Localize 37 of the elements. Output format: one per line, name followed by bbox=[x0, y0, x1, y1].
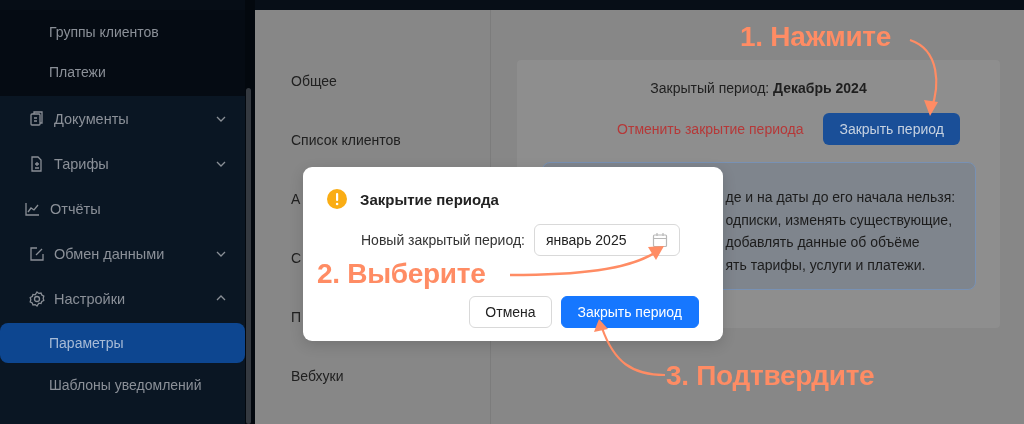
sidebar-item-label: Настройки bbox=[54, 290, 127, 307]
settings-tab[interactable]: Общее bbox=[255, 51, 490, 110]
callout-text: 2. Выберите bbox=[317, 258, 486, 290]
sidebar-item[interactable]: Группы клиентов bbox=[0, 12, 245, 52]
dialog-title: Закрытие периода bbox=[360, 190, 499, 208]
sidebar-item[interactable]: Отчёты bbox=[0, 186, 245, 231]
sidebar-item[interactable]: Тарифы bbox=[0, 141, 245, 186]
scrollbar-thumb[interactable] bbox=[246, 88, 251, 424]
sidebar-item[interactable]: Платежи bbox=[0, 52, 245, 92]
sidebar-item-label: Тарифы bbox=[54, 155, 110, 172]
sidebar-item[interactable]: Параметры bbox=[0, 323, 245, 363]
sidebar-item-label: Обмен данными bbox=[54, 245, 166, 262]
callout-arrow bbox=[594, 319, 666, 377]
notice-text: ять тарифы, услуги и платежи. bbox=[725, 255, 926, 275]
cancel-button[interactable]: Отмена bbox=[469, 296, 552, 328]
sidebar-item[interactable]: Обмен данными bbox=[0, 231, 245, 276]
sidebar-item[interactable]: Документы bbox=[0, 96, 245, 141]
confirm-button[interactable]: Закрыть период bbox=[560, 296, 699, 328]
sidebar-item[interactable]: Шаблоны уведомлений bbox=[0, 365, 245, 405]
sidebar-item-label: Отчёты bbox=[50, 200, 102, 217]
sidebar-item-label: Документы bbox=[54, 110, 130, 127]
sidebar-item[interactable]: Настройки bbox=[0, 276, 245, 321]
notice-text: одписки, изменять существующие, bbox=[725, 210, 953, 230]
settings-tab[interactable]: Список клиентов bbox=[255, 110, 490, 169]
notice-text: добавлять данные об объёме bbox=[725, 233, 920, 252]
field-label: Новый закрытый период: bbox=[361, 232, 525, 248]
callout-text: 3. Подтвердите bbox=[666, 360, 875, 392]
warning-icon bbox=[326, 188, 348, 210]
settings-tab[interactable]: Вебхуки bbox=[255, 346, 490, 405]
callout-text: 1. Нажмите bbox=[740, 21, 891, 53]
settings-icon bbox=[28, 289, 46, 308]
edit-icon bbox=[28, 244, 46, 263]
notice-text: де и на даты до его начала нельзя: bbox=[725, 188, 956, 207]
calendar-icon bbox=[652, 232, 668, 248]
documents-icon bbox=[28, 109, 46, 128]
close-period-button[interactable]: Закрыть период bbox=[823, 113, 960, 145]
closed-period-text: Закрытый период: Декабрь 2024 bbox=[650, 80, 867, 96]
